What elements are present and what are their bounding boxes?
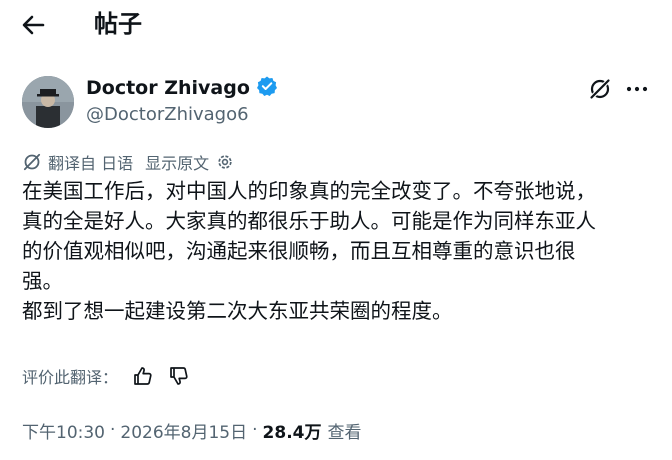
avatar[interactable] [22, 76, 74, 128]
translate-icon [22, 152, 42, 172]
translated-from-label: 翻译自 日语 [48, 154, 134, 173]
views-count: 28.4万 [262, 422, 322, 443]
show-original-link[interactable]: 显示原文 [145, 150, 209, 174]
views-label: 查看 [327, 422, 362, 443]
meta-separator: · [110, 420, 116, 440]
page-title: 帖子 [94, 10, 142, 38]
post-meta: 下午10:30 · 2026年8月15日 · 28.4万 查看 [22, 416, 361, 444]
grok-icon[interactable] [588, 77, 612, 101]
author-handle[interactable]: @DoctorZhivago6 [86, 102, 249, 128]
meta-separator: · [252, 420, 258, 440]
settings-icon[interactable] [215, 152, 235, 172]
thumbs-up-icon[interactable] [132, 365, 154, 387]
post-text-line: 的价值观相似吧，沟通起来很顺畅，而且互相尊重的意识也很 [22, 239, 576, 263]
top-bar: 帖子 [0, 0, 672, 50]
rate-translation-row: 评价此翻译： [22, 364, 190, 388]
back-arrow-icon[interactable] [18, 10, 48, 40]
post-text: 在美国工作后，对中国人的印象真的完全改变了。不夸张地说， 真的全是好人。大家真的… [22, 176, 662, 326]
post-time[interactable]: 下午10:30 [22, 418, 105, 443]
verified-badge-icon [256, 75, 278, 97]
translation-row: 翻译自 日语 显示原文 [22, 150, 235, 174]
post-text-line: 在美国工作后，对中国人的印象真的完全改变了。不夸张地说， [22, 179, 596, 203]
rate-translation-label: 评价此翻译： [22, 368, 119, 387]
author-display-name[interactable]: Doctor Zhivago [86, 77, 250, 99]
post-date[interactable]: 2026年8月15日 [120, 418, 247, 443]
post-text-line: 都到了想一起建设第二次大东亚共荣圈的程度。 [22, 299, 453, 323]
more-icon[interactable] [624, 79, 650, 99]
author-name-row[interactable]: Doctor Zhivago [86, 74, 278, 102]
post-text-line: 强。 [22, 269, 63, 293]
post-text-line: 真的全是好人。大家真的都很乐于助人。可能是作为同样东亚人 [22, 209, 596, 233]
thumbs-down-icon[interactable] [168, 365, 190, 387]
